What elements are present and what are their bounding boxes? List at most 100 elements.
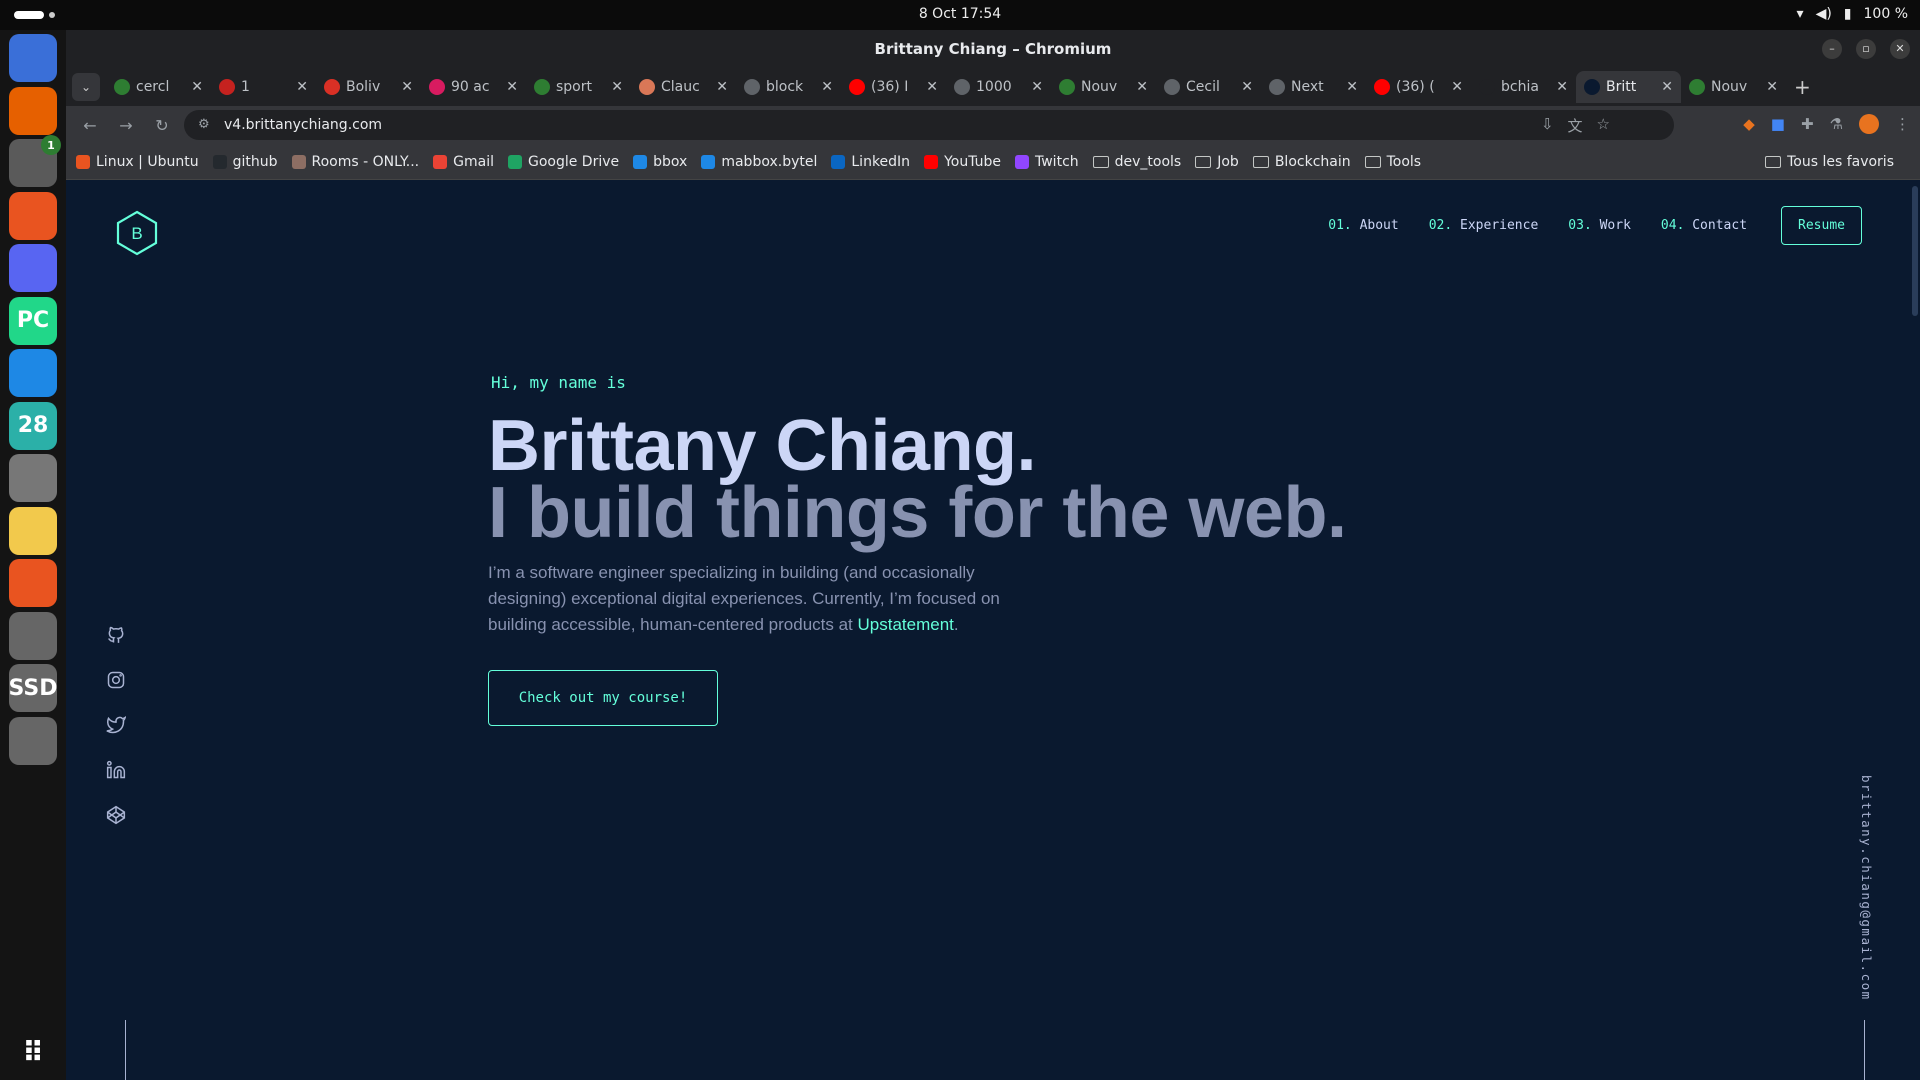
- bookmark-item[interactable]: YouTube: [924, 154, 1001, 170]
- profile-avatar[interactable]: [1859, 114, 1879, 134]
- tab[interactable]: (36) (✕: [1366, 71, 1471, 103]
- tab-active[interactable]: Britt ✕: [1576, 71, 1681, 103]
- maximize-button[interactable]: ▫: [1856, 39, 1876, 59]
- volume-icon: ◀): [1815, 6, 1832, 22]
- tab-close-icon[interactable]: ✕: [506, 79, 518, 95]
- page-scrollbar[interactable]: [1912, 186, 1918, 316]
- bookmark-item[interactable]: Google Drive: [507, 154, 619, 170]
- system-clock[interactable]: 8 Oct 17:54: [0, 6, 1920, 22]
- tab-title: bchia: [1501, 79, 1539, 95]
- metamask-extension-icon[interactable]: ◆: [1743, 115, 1755, 133]
- back-button[interactable]: ←: [76, 116, 104, 135]
- nav-link-experience[interactable]: 02. Experience: [1429, 218, 1539, 233]
- calendar-icon[interactable]: 28: [9, 401, 57, 450]
- tab-close-icon[interactable]: ✕: [1556, 79, 1568, 95]
- pycharm-icon[interactable]: PC: [9, 296, 57, 345]
- nav-link-work[interactable]: 03. Work: [1568, 218, 1631, 233]
- bookmark-folder[interactable]: Tools: [1364, 154, 1421, 170]
- extensions-puzzle-icon[interactable]: ✚: [1801, 115, 1814, 133]
- tab-close-icon[interactable]: ✕: [1661, 79, 1673, 95]
- tab[interactable]: Nouv ✕: [1051, 71, 1156, 103]
- bookmark-item[interactable]: LinkedIn: [831, 154, 910, 170]
- tab-close-icon[interactable]: ✕: [191, 79, 203, 95]
- disk-icon[interactable]: [9, 611, 57, 660]
- browser-menu-icon[interactable]: ⋮: [1895, 115, 1910, 133]
- firefox-icon[interactable]: [9, 86, 57, 135]
- all-bookmarks-folder[interactable]: Tous les favoris: [1765, 154, 1908, 170]
- twitter-icon[interactable]: [106, 715, 126, 735]
- tab-close-icon[interactable]: ✕: [1031, 79, 1043, 95]
- text-editor-icon[interactable]: [9, 506, 57, 555]
- translate-icon[interactable]: 文: [1568, 115, 1583, 136]
- tab[interactable]: Cecil ✕: [1156, 71, 1261, 103]
- tab-close-icon[interactable]: ✕: [1136, 79, 1148, 95]
- tab-close-icon[interactable]: ✕: [716, 79, 728, 95]
- resume-button[interactable]: Resume: [1781, 206, 1862, 245]
- bookmark-item[interactable]: bbox: [633, 154, 687, 170]
- ssd-icon[interactable]: SSD: [9, 664, 57, 712]
- bookmark-item[interactable]: Rooms - ONLY...: [291, 154, 419, 170]
- bookmark-item[interactable]: Linux | Ubuntu: [76, 154, 199, 170]
- site-logo[interactable]: B: [114, 210, 160, 256]
- tab-search-button[interactable]: ⌄: [72, 73, 100, 101]
- tab-close-icon[interactable]: ✕: [1766, 79, 1778, 95]
- chromium-icon[interactable]: [9, 34, 57, 82]
- settings-icon[interactable]: [9, 454, 57, 502]
- site-info-icon[interactable]: ⚙: [198, 110, 210, 140]
- network-tool-icon[interactable]: [9, 559, 57, 607]
- tab[interactable]: Nouv ✕: [1681, 71, 1786, 103]
- email-link[interactable]: brittany.chiang@gmail.com: [1859, 775, 1874, 1001]
- tab[interactable]: cercl ✕: [106, 71, 211, 103]
- reload-button[interactable]: ↻: [148, 116, 176, 135]
- system-tray[interactable]: ▾ ◀) ▮ 100 %: [1797, 6, 1908, 22]
- tab-close-icon[interactable]: ✕: [1241, 79, 1253, 95]
- bookmark-folder[interactable]: Blockchain: [1252, 154, 1351, 170]
- tab[interactable]: 90 ac ✕: [421, 71, 526, 103]
- bookmark-item[interactable]: Gmail: [433, 154, 494, 170]
- bookmark-folder[interactable]: dev_tools: [1092, 154, 1181, 170]
- bookmark-item[interactable]: mabbox.bytel: [701, 154, 817, 170]
- tab-close-icon[interactable]: ✕: [821, 79, 833, 95]
- linkedin-icon[interactable]: [106, 760, 126, 780]
- github-icon[interactable]: [106, 625, 126, 645]
- tab[interactable]: 1000 ✕: [946, 71, 1051, 103]
- tab-close-icon[interactable]: ✕: [1346, 79, 1358, 95]
- tab-close-icon[interactable]: ✕: [1451, 79, 1463, 95]
- bookmark-item[interactable]: Twitch: [1015, 154, 1079, 170]
- show-apps-icon[interactable]: ⠿: [9, 1028, 57, 1076]
- app-center-icon[interactable]: [9, 191, 57, 240]
- files-icon[interactable]: 1: [9, 135, 61, 187]
- tab[interactable]: Clauc ✕: [631, 71, 736, 103]
- bookmark-star-icon[interactable]: ☆: [1597, 115, 1610, 136]
- tab-close-icon[interactable]: ✕: [296, 79, 308, 95]
- labs-flask-icon[interactable]: ⚗: [1830, 115, 1843, 133]
- tab[interactable]: Next ✕: [1261, 71, 1366, 103]
- install-app-icon[interactable]: ⇩: [1541, 115, 1554, 136]
- bookmark-folder[interactable]: Job: [1195, 154, 1239, 170]
- new-tab-button[interactable]: +: [1794, 75, 1811, 99]
- forward-button[interactable]: →: [112, 116, 140, 135]
- tab[interactable]: block ✕: [736, 71, 841, 103]
- tab[interactable]: bchia ✕: [1471, 71, 1576, 103]
- tab[interactable]: Boliv ✕: [316, 71, 421, 103]
- upstatement-link[interactable]: Upstatement: [858, 615, 954, 634]
- tab[interactable]: sport ✕: [526, 71, 631, 103]
- tab[interactable]: (36) I ✕: [841, 71, 946, 103]
- tab-close-icon[interactable]: ✕: [401, 79, 413, 95]
- address-bar[interactable]: ⚙ v4.brittanychiang.com: [184, 110, 1674, 140]
- vscode-icon[interactable]: [9, 349, 57, 397]
- minimize-button[interactable]: –: [1822, 39, 1842, 59]
- trash-icon[interactable]: [9, 716, 57, 765]
- translate-extension-icon[interactable]: ■: [1771, 115, 1785, 133]
- bookmark-item[interactable]: github: [212, 154, 278, 170]
- codepen-icon[interactable]: [106, 805, 126, 825]
- tab-close-icon[interactable]: ✕: [611, 79, 623, 95]
- tab-close-icon[interactable]: ✕: [926, 79, 938, 95]
- nav-link-contact[interactable]: 04. Contact: [1661, 218, 1747, 233]
- instagram-icon[interactable]: [106, 670, 126, 690]
- tab[interactable]: 1 ✕: [211, 71, 316, 103]
- course-button[interactable]: Check out my course!: [488, 670, 718, 726]
- close-window-button[interactable]: ✕: [1890, 39, 1910, 59]
- discord-icon[interactable]: [9, 244, 57, 292]
- nav-link-about[interactable]: 01. About: [1328, 218, 1398, 233]
